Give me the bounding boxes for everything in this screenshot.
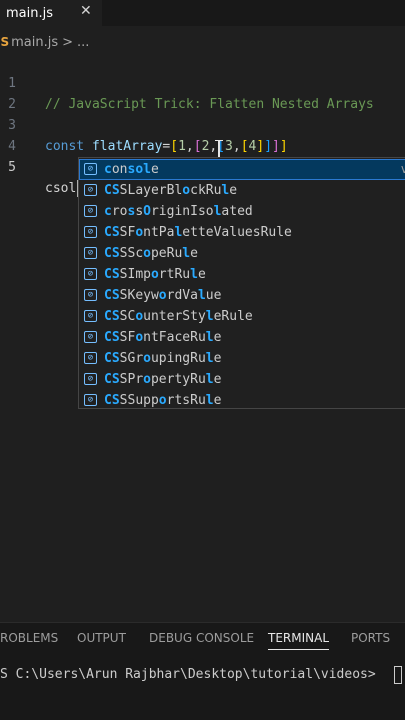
suggestion-item[interactable]: ⊘ CSSScopeRule <box>79 243 405 264</box>
code-line: 2 <box>0 73 405 112</box>
terminal-cursor <box>394 666 402 684</box>
terminal-prompt[interactable]: S C:\Users\Arun Rajbhar\Desktop\tutorial… <box>0 667 376 682</box>
suggestion-item[interactable]: ⊘ CSSGroupingRule <box>79 348 405 369</box>
suggestion-label: CSSSupportsRule <box>104 393 222 408</box>
close-icon[interactable]: ✕ <box>80 3 92 19</box>
variable-symbol-icon: ⊘ <box>84 163 97 175</box>
autocomplete-suggestions[interactable]: ⊘ console v ⊘ CSSLayerBlockRule ⊘ crossOriginI… <box>78 157 405 409</box>
bottom-panel: ROBLEMS OUTPUT DEBUG CONSOLE TERMINAL PO… <box>0 622 405 720</box>
suggestion-item[interactable]: ⊘ CSSSupportsRule <box>79 390 405 411</box>
suggestion-detail: v <box>400 162 405 176</box>
typed-text: csol <box>45 181 77 196</box>
variable-symbol-icon: ⊘ <box>84 331 97 343</box>
suggestion-item[interactable]: ⊘ CSSKeywordValue <box>79 285 405 306</box>
suggestion-label: console <box>104 162 159 177</box>
suggestion-item[interactable]: ⊘ console v <box>79 159 405 180</box>
suggestion-item[interactable]: ⊘ CSSCounterStyleRule <box>79 306 405 327</box>
suggestion-label: CSSGroupingRule <box>104 351 222 366</box>
tab-terminal[interactable]: TERMINAL <box>268 631 330 650</box>
variable-symbol-icon: ⊘ <box>84 310 97 322</box>
javascript-file-icon: JS <box>0 35 10 49</box>
suggestion-label: CSSImportRule <box>104 267 206 282</box>
code-line: 4 <box>0 115 405 154</box>
variable-symbol-icon: ⊘ <box>84 352 97 364</box>
suggestion-item[interactable]: ⊘ CSSFontFaceRule <box>79 327 405 348</box>
variable-symbol-icon: ⊘ <box>84 373 97 385</box>
suggestion-item[interactable]: ⊘ CSSImportRule <box>79 264 405 285</box>
code-line: 1 // JavaScript Trick: Flatten Nested Ar… <box>0 52 405 112</box>
suggestion-label: CSSScopeRule <box>104 246 198 261</box>
variable-symbol-icon: ⊘ <box>84 184 97 196</box>
suggestion-item[interactable]: ⊘ crossOriginIsolated <box>79 201 405 222</box>
variable-symbol-icon: ⊘ <box>84 226 97 238</box>
suggestion-label: CSSFontPaletteValuesRule <box>104 225 292 240</box>
tab-main-js[interactable]: main.js ✕ <box>0 0 102 26</box>
suggestion-label: CSSCounterStyleRule <box>104 309 253 324</box>
suggestion-item[interactable]: ⊘ CSSLayerBlockRule <box>79 180 405 201</box>
suggestion-label: CSSPropertyRule <box>104 372 222 387</box>
code-line-active: 5 csol <box>0 136 405 197</box>
editor-tab-bar: main.js ✕ <box>0 0 405 26</box>
suggestion-item[interactable]: ⊘ CSSFontPaletteValuesRule <box>79 222 405 243</box>
breadcrumb: JS main.js > ... <box>0 32 89 52</box>
code-typed-text: csol <box>45 178 80 199</box>
variable-symbol-icon: ⊘ <box>84 247 97 259</box>
variable-symbol-icon: ⊘ <box>84 268 97 280</box>
suggestion-label: crossOriginIsolated <box>104 204 253 219</box>
suggestion-label: CSSFontFaceRule <box>104 330 222 345</box>
tab-problems[interactable]: ROBLEMS <box>0 631 58 649</box>
mouse-ibeam-icon <box>214 140 224 158</box>
breadcrumb-more[interactable]: ... <box>77 35 89 50</box>
breadcrumb-separator: > <box>62 34 74 50</box>
tab-output[interactable]: OUTPUT <box>77 631 126 649</box>
line-number: 5 <box>8 160 16 175</box>
variable-symbol-icon: ⊘ <box>84 394 97 406</box>
suggestion-label: CSSLayerBlockRule <box>104 183 238 198</box>
suggestion-item[interactable]: ⊘ CSSPropertyRule <box>79 369 405 390</box>
tab-debug-console[interactable]: DEBUG CONSOLE <box>149 631 254 649</box>
breadcrumb-file[interactable]: main.js <box>11 35 58 50</box>
variable-symbol-icon: ⊘ <box>84 289 97 301</box>
tab-ports[interactable]: PORTS <box>351 631 390 649</box>
variable-symbol-icon: ⊘ <box>84 205 97 217</box>
code-line: 3 const flatArray=[1,[2,[3,[4]]]] <box>0 94 405 154</box>
suggestion-label: CSSKeywordValue <box>104 288 222 303</box>
tab-label: main.js <box>6 5 53 21</box>
